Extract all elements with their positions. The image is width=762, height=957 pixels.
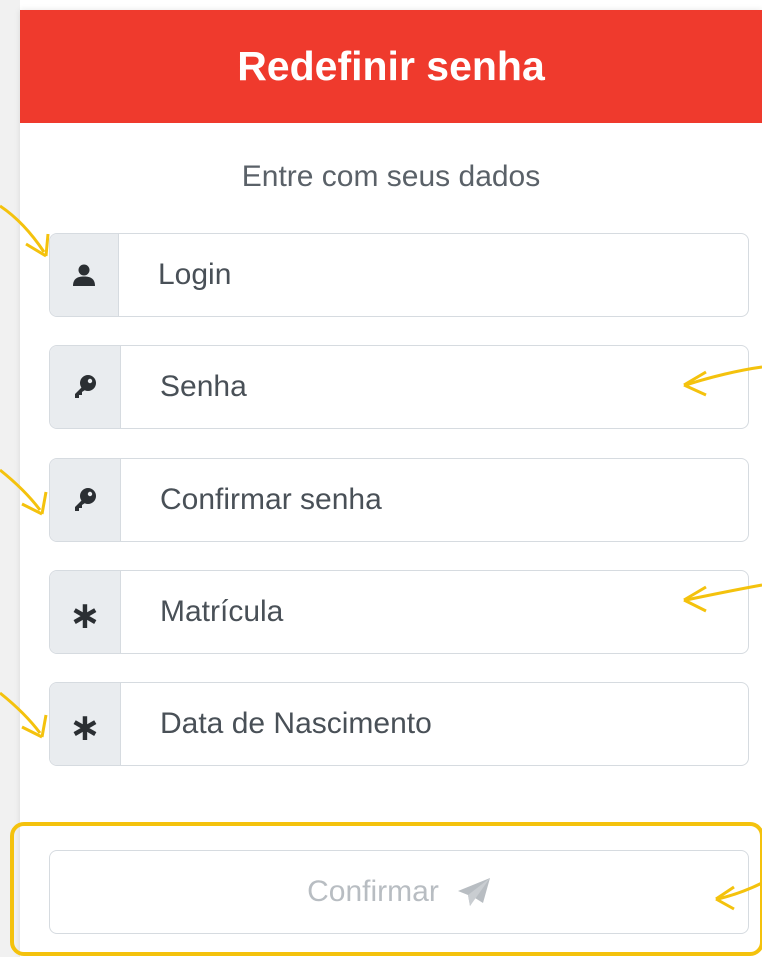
password-input[interactable]: Senha: [160, 346, 247, 428]
registration-input-group[interactable]: ∗ Matrícula: [49, 570, 749, 654]
confirm-password-input[interactable]: Confirmar senha: [160, 459, 382, 541]
annotation-arrow-confirm-button: [715, 881, 762, 911]
registration-input[interactable]: Matrícula: [160, 571, 283, 653]
annotation-arrow-confirm-password: [0, 468, 48, 516]
confirm-password-input-group[interactable]: Confirmar senha: [49, 458, 749, 542]
form-subtitle: Entre com seus dados: [241, 160, 541, 193]
card-header: Redefinir senha: [20, 10, 762, 123]
password-addon: [50, 346, 121, 428]
confirm-password-addon: [50, 459, 121, 541]
user-icon: [73, 264, 95, 286]
annotation-arrow-registration: [683, 583, 762, 613]
key-icon: [75, 488, 96, 511]
birthdate-addon: ∗: [50, 683, 121, 765]
annotation-arrow-password: [683, 365, 762, 397]
confirm-button[interactable]: Confirmar: [49, 850, 749, 934]
confirm-button-label: Confirmar: [307, 875, 439, 908]
key-icon: [75, 375, 96, 398]
login-input[interactable]: Login: [158, 234, 231, 316]
asterisk-icon: ∗: [69, 707, 101, 749]
asterisk-icon: ∗: [69, 595, 101, 637]
registration-addon: ∗: [50, 571, 121, 653]
reset-password-card: Redefinir senha Entre com seus dados Log…: [10, 10, 762, 957]
login-addon: [50, 234, 119, 316]
birthdate-input-group[interactable]: ∗ Data de Nascimento: [49, 682, 749, 766]
birthdate-input[interactable]: Data de Nascimento: [160, 683, 432, 765]
annotation-arrow-birthdate: [0, 691, 48, 739]
page-title: Redefinir senha: [237, 43, 545, 89]
annotation-arrow-login: [0, 204, 50, 258]
login-input-group[interactable]: Login: [49, 233, 749, 317]
password-input-group[interactable]: Senha: [49, 345, 749, 429]
paper-plane-icon: [457, 878, 490, 906]
